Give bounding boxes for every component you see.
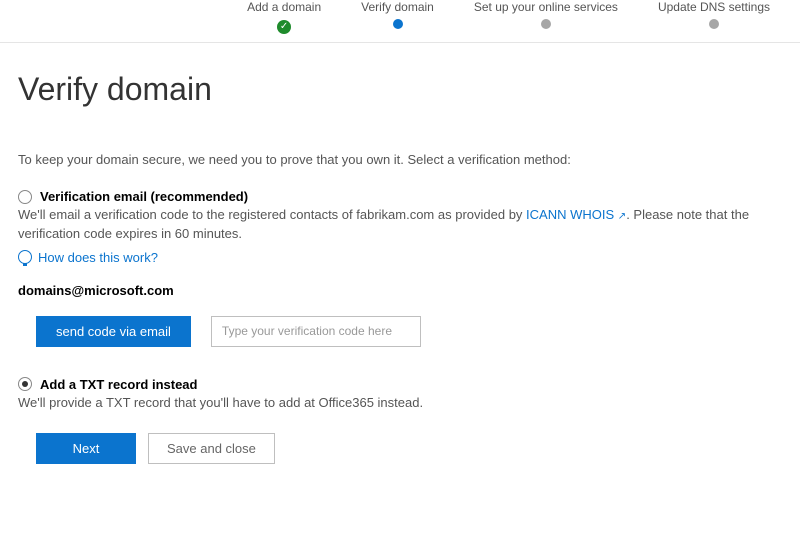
lightbulb-icon xyxy=(18,250,32,264)
next-button[interactable]: Next xyxy=(36,433,136,464)
help-link[interactable]: How does this work? xyxy=(18,250,782,265)
step-online-services[interactable]: Set up your online services xyxy=(474,0,618,34)
step-label: Verify domain xyxy=(361,0,434,14)
option-title: Verification email (recommended) xyxy=(40,189,248,204)
whois-link[interactable]: ICANN WHOIS ↗ xyxy=(526,207,626,222)
send-code-button[interactable]: send code via email xyxy=(36,316,191,347)
dot-icon xyxy=(541,19,551,29)
step-label: Set up your online services xyxy=(474,0,618,14)
intro-text: To keep your domain secure, we need you … xyxy=(18,152,782,167)
desc-part: We'll email a verification code to the r… xyxy=(18,207,526,222)
send-code-row: send code via email xyxy=(36,316,782,347)
radio-row-txt[interactable]: Add a TXT record instead xyxy=(18,377,782,392)
dot-icon xyxy=(393,19,403,29)
step-dns[interactable]: Update DNS settings xyxy=(658,0,770,34)
external-icon: ↗ xyxy=(618,211,626,222)
option-title: Add a TXT record instead xyxy=(40,377,197,392)
step-verify-domain[interactable]: Verify domain xyxy=(361,0,434,34)
option-email: Verification email (recommended) We'll e… xyxy=(18,189,782,347)
check-icon: ✓ xyxy=(277,20,291,34)
wizard-stepper: Add a domain ✓ Verify domain Set up your… xyxy=(0,0,800,43)
page-content: Verify domain To keep your domain secure… xyxy=(0,71,800,484)
step-add-domain[interactable]: Add a domain ✓ xyxy=(247,0,321,34)
help-text: How does this work? xyxy=(38,250,158,265)
footer-buttons: Next Save and close xyxy=(36,433,782,464)
radio-row-email[interactable]: Verification email (recommended) xyxy=(18,189,782,204)
option-description: We'll provide a TXT record that you'll h… xyxy=(18,394,782,413)
radio-icon[interactable] xyxy=(18,190,32,204)
radio-icon[interactable] xyxy=(18,377,32,391)
page-title: Verify domain xyxy=(18,71,782,108)
step-label: Update DNS settings xyxy=(658,0,770,14)
save-close-button[interactable]: Save and close xyxy=(148,433,275,464)
option-description: We'll email a verification code to the r… xyxy=(18,206,782,244)
dot-icon xyxy=(709,19,719,29)
option-txt: Add a TXT record instead We'll provide a… xyxy=(18,377,782,413)
verification-code-input[interactable] xyxy=(211,316,421,347)
step-label: Add a domain xyxy=(247,0,321,14)
registered-email: domains@microsoft.com xyxy=(18,283,782,298)
